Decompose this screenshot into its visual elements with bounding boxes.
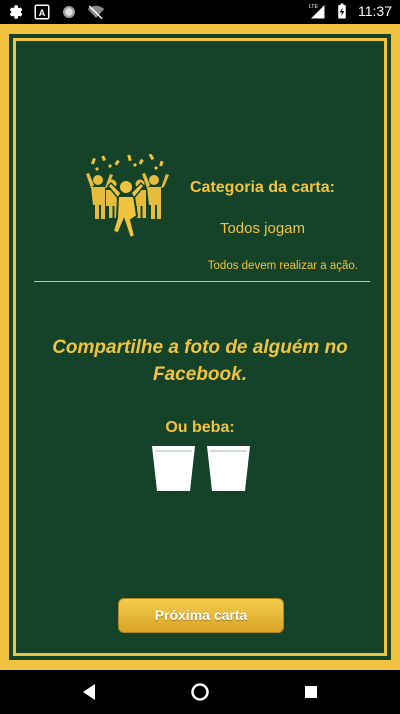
shot-glass-icon	[207, 446, 250, 491]
svg-text:A: A	[39, 8, 46, 18]
navigation-bar	[0, 670, 400, 714]
drink-cups	[151, 445, 251, 492]
battery-charging-icon	[338, 3, 346, 19]
wifi-off-icon	[87, 5, 105, 20]
or-drink-label: Ou beba:	[165, 419, 235, 436]
category-name: Todos jogam	[219, 220, 306, 237]
a-icon: A	[34, 4, 50, 20]
network-label: LTE	[309, 4, 319, 10]
challenge-text: Compartilhe a foto de alguém no Facebook…	[52, 337, 348, 385]
circle-icon	[63, 6, 75, 18]
recents-icon[interactable]	[300, 681, 322, 703]
home-icon[interactable]	[189, 681, 211, 703]
divider	[34, 281, 370, 282]
signal-icon: LTE	[309, 4, 325, 19]
card: Categoria da carta: Todos jogam Todos de…	[0, 24, 400, 670]
party-crowd-icon	[86, 154, 169, 240]
back-icon[interactable]	[79, 681, 101, 703]
clock: 11:37	[358, 3, 392, 19]
next-card-button[interactable]: Próxima carta	[118, 598, 284, 633]
category-title: Categoria da carta:	[190, 179, 335, 196]
category-description: Todos devem realizar a ação.	[207, 260, 358, 272]
shot-glass-icon	[152, 446, 195, 491]
status-bar: A LTE 11:37	[0, 0, 400, 24]
gear-icon	[9, 5, 23, 19]
